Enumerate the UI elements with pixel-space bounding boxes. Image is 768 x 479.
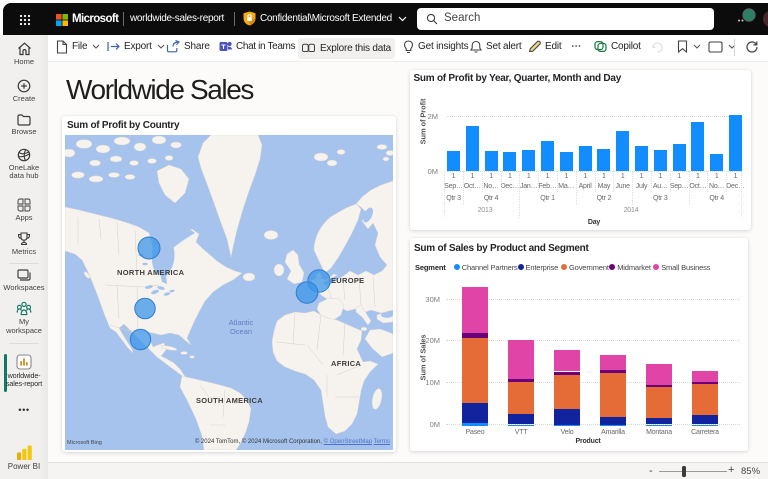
svg-text:Atlantic: Atlantic — [229, 318, 254, 327]
svg-text:SOUTH AMERICA: SOUTH AMERICA — [196, 396, 263, 405]
svg-text:EUROPE: EUROPE — [331, 276, 364, 285]
svg-text:NORTH AMERICA: NORTH AMERICA — [117, 268, 185, 277]
svg-text:AFRICA: AFRICA — [331, 359, 361, 368]
svg-text:Ocean: Ocean — [230, 327, 252, 336]
